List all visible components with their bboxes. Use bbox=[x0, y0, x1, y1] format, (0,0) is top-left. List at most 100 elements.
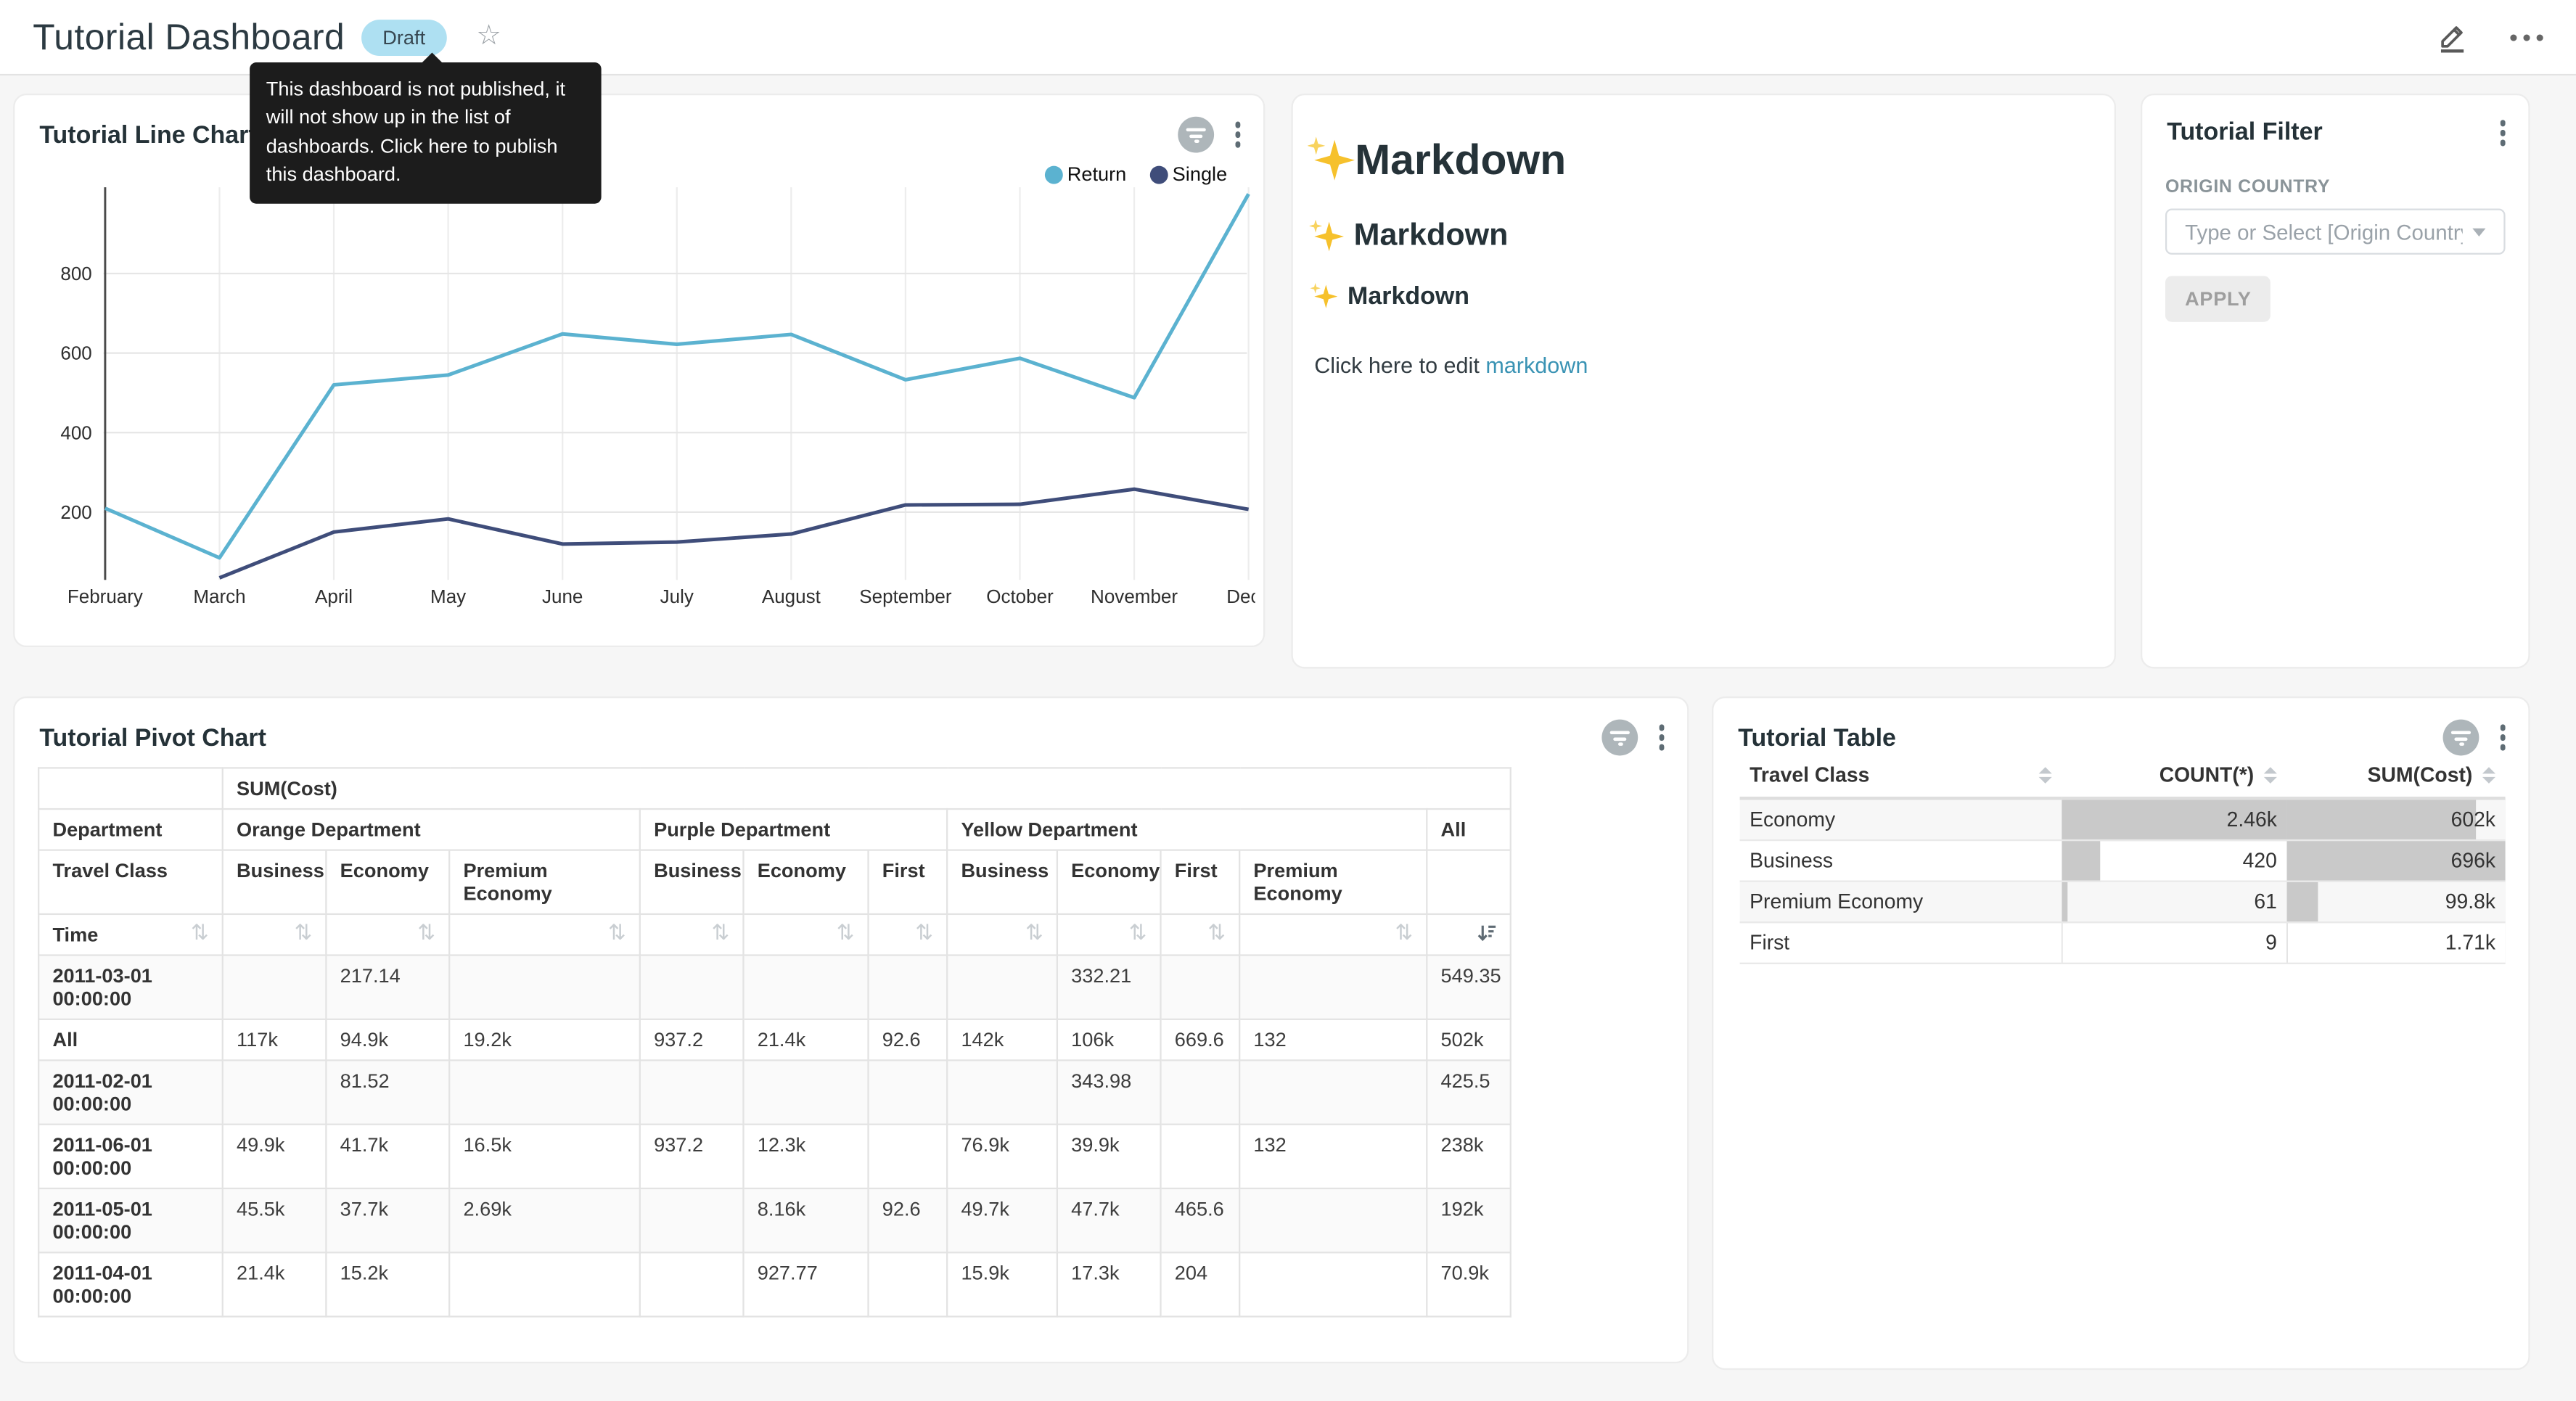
pivot-sort-cell: ⇅ bbox=[1057, 914, 1161, 956]
panel-pivot-chart: Tutorial Pivot Chart SUM(Cost)Department… bbox=[13, 697, 1689, 1363]
pivot-col-header: Premium Economy bbox=[1239, 850, 1427, 914]
pivot-group-header: Purple Department bbox=[640, 809, 947, 850]
pivot-col-header: Premium Economy bbox=[449, 850, 640, 914]
kebab-menu-icon[interactable] bbox=[1652, 721, 1670, 753]
markdown-heading-3: Markdown bbox=[1314, 282, 2091, 310]
sort-icon[interactable]: ⇅ bbox=[608, 923, 626, 944]
sort-icon[interactable]: ⇅ bbox=[1025, 923, 1043, 944]
sparkles-icon bbox=[1314, 285, 1337, 308]
kebab-menu-icon[interactable] bbox=[2493, 117, 2512, 149]
table-col-header[interactable]: Travel Class bbox=[1740, 757, 2062, 799]
pivot-col-header: Business bbox=[947, 850, 1057, 914]
pivot-sort-cell: ⇅ bbox=[1161, 914, 1240, 956]
pivot-col-header: Business bbox=[640, 850, 744, 914]
pivot-cell: 238k bbox=[1427, 1125, 1511, 1188]
sort-icon[interactable]: ⇅ bbox=[915, 923, 933, 944]
pivot-group-header: Orange Department bbox=[223, 809, 640, 850]
filter-header: Tutorial Filter bbox=[2167, 117, 2511, 149]
pivot-cell: 937.2 bbox=[640, 1125, 744, 1188]
pivot-department-label: Department bbox=[38, 809, 223, 850]
sort-icon[interactable]: ⇅ bbox=[417, 923, 435, 944]
series-line-single[interactable] bbox=[219, 489, 1248, 578]
dashboard-viewport: Tutorial Dashboard Draft ☆ This dashboar… bbox=[0, 0, 2576, 1401]
filter-indicator-icon[interactable] bbox=[1177, 117, 1213, 153]
kebab-menu-icon[interactable] bbox=[1228, 119, 1247, 151]
filter-indicator-icon[interactable] bbox=[1601, 720, 1637, 756]
dashboard-grid: Tutorial Line Chart Return Single 200400… bbox=[0, 75, 2576, 1401]
filter-indicator-icon[interactable] bbox=[2442, 720, 2478, 756]
markdown-body[interactable]: Markdown Markdown Markdown Click here to… bbox=[1293, 95, 2114, 377]
pivot-row: 2011-04-01 00:00:0021.4k15.2k927.7715.9k… bbox=[38, 1252, 1511, 1316]
pivot-col-header: Economy bbox=[743, 850, 868, 914]
sort-icon[interactable]: ⇅ bbox=[191, 923, 209, 944]
sort-icon[interactable] bbox=[2264, 767, 2277, 784]
sort-icon[interactable]: ⇅ bbox=[1129, 923, 1147, 944]
pivot-cell: 92.6 bbox=[869, 1019, 948, 1061]
sort-descending-icon[interactable] bbox=[1477, 923, 1497, 944]
pivot-cell: 142k bbox=[947, 1019, 1057, 1061]
y-tick-label: 400 bbox=[60, 422, 91, 443]
select-placeholder: Type or Select [Origin Country] bbox=[2185, 219, 2463, 244]
pivot-cell: 92.6 bbox=[869, 1188, 948, 1252]
panel-filter: Tutorial Filter ORIGIN COUNTRY Type or S… bbox=[2141, 94, 2530, 668]
kebab-menu-icon[interactable] bbox=[2493, 721, 2512, 753]
y-tick-label: 600 bbox=[60, 342, 91, 364]
apply-button[interactable]: APPLY bbox=[2165, 276, 2271, 321]
x-tick-label: September bbox=[859, 586, 952, 607]
y-tick-label: 200 bbox=[60, 501, 91, 523]
sort-icon[interactable]: ⇅ bbox=[1207, 923, 1226, 944]
pivot-cell: 49.9k bbox=[223, 1125, 327, 1188]
filter-header-icons bbox=[2493, 117, 2512, 149]
favorite-star-icon[interactable]: ☆ bbox=[476, 23, 501, 51]
pivot-cell: 15.2k bbox=[326, 1252, 449, 1316]
pivot-cell: 106k bbox=[1057, 1019, 1161, 1061]
pivot-table: SUM(Cost)DepartmentOrange DepartmentPurp… bbox=[38, 767, 1511, 1317]
pivot-cell bbox=[640, 1252, 744, 1316]
x-tick-label: February bbox=[67, 586, 143, 607]
sort-icon[interactable]: ⇅ bbox=[837, 923, 855, 944]
pivot-row: 2011-05-01 00:00:0045.5k37.7k2.69k8.16k9… bbox=[38, 1188, 1511, 1252]
pivot-group-header: All bbox=[1427, 809, 1511, 850]
pivot-cell: 332.21 bbox=[1057, 956, 1161, 1019]
pivot-sort-cell: ⇅ bbox=[640, 914, 744, 956]
pivot-cell: 192k bbox=[1427, 1188, 1511, 1252]
sort-icon[interactable] bbox=[2029, 767, 2052, 784]
x-tick-label: April bbox=[315, 586, 353, 607]
pivot-cell bbox=[743, 956, 868, 1019]
pivot-cell: 94.9k bbox=[326, 1019, 449, 1061]
draft-badge[interactable]: Draft bbox=[361, 19, 447, 55]
sort-icon[interactable] bbox=[2482, 767, 2495, 784]
col-header-label: COUNT(*) bbox=[2159, 764, 2254, 787]
pivot-title: Tutorial Pivot Chart bbox=[39, 723, 266, 751]
x-tick-label: November bbox=[1091, 586, 1178, 607]
edit-dashboard-icon[interactable] bbox=[2437, 21, 2468, 52]
table-col-header[interactable]: SUM(Cost) bbox=[2286, 757, 2505, 799]
pivot-time-label: Time⇅ bbox=[38, 914, 223, 956]
pivot-cell bbox=[869, 1252, 948, 1316]
line-chart-header-icons bbox=[1177, 117, 1247, 153]
pivot-col-header: First bbox=[1161, 850, 1240, 914]
pivot-cell bbox=[1239, 1252, 1427, 1316]
pivot-cell: 2.69k bbox=[449, 1188, 640, 1252]
pivot-cell: 8.16k bbox=[743, 1188, 868, 1252]
pivot-cell bbox=[1239, 956, 1427, 1019]
sort-icon[interactable]: ⇅ bbox=[294, 923, 312, 944]
markdown-link[interactable]: markdown bbox=[1485, 353, 1588, 378]
pivot-row: 2011-03-01 00:00:00217.14332.21549.35 bbox=[38, 956, 1511, 1019]
x-tick-label: July bbox=[660, 586, 694, 607]
pivot-corner-cell bbox=[38, 768, 223, 809]
origin-country-select[interactable]: Type or Select [Origin Country] bbox=[2165, 209, 2506, 255]
pivot-cell bbox=[1161, 1060, 1240, 1124]
pivot-cell: 21.4k bbox=[743, 1019, 868, 1061]
table-row: Economy2.46k602k bbox=[1740, 798, 2506, 840]
panel-table: Tutorial Table Travel ClassCOUNT(*)SUM(C… bbox=[1712, 697, 2530, 1370]
sort-icon[interactable]: ⇅ bbox=[1395, 923, 1413, 944]
pivot-row: 2011-02-01 00:00:0081.52343.98425.5 bbox=[38, 1060, 1511, 1124]
pivot-cell: 502k bbox=[1427, 1019, 1511, 1061]
more-options-icon[interactable] bbox=[2510, 27, 2543, 46]
sort-icon[interactable]: ⇅ bbox=[712, 923, 730, 944]
table-col-header[interactable]: COUNT(*) bbox=[2062, 757, 2286, 799]
data-table: Travel Class COUNT(*) SUM(Cost)Economy2.46… bbox=[1740, 757, 2506, 964]
sparkles-icon bbox=[1314, 222, 1344, 252]
pivot-sort-cell bbox=[1427, 914, 1511, 956]
